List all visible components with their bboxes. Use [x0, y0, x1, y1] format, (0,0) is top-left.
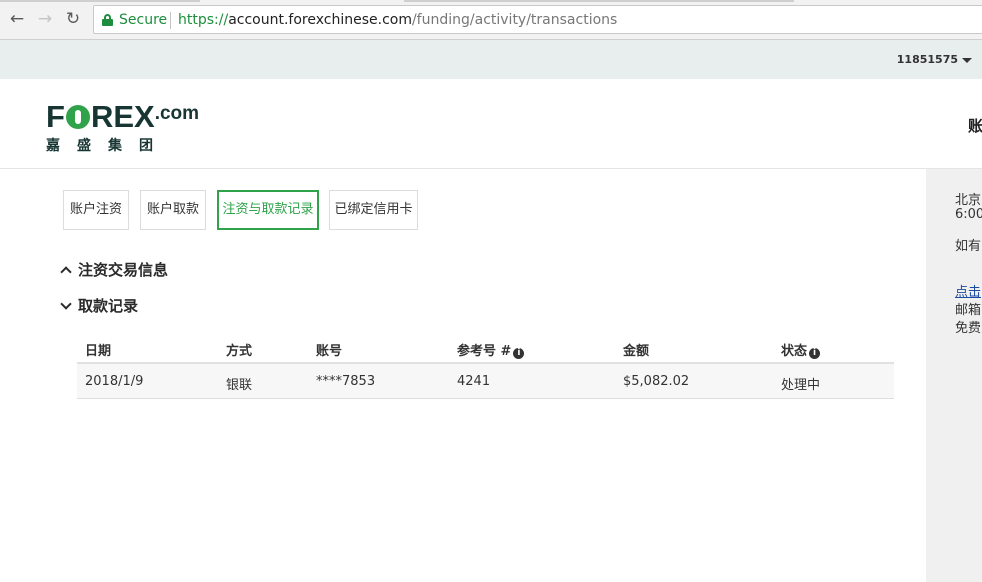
url-scheme: https://: [178, 12, 229, 28]
caret-down-icon[interactable]: [962, 58, 972, 63]
secure-label: Secure: [119, 12, 168, 28]
tab-funding-history[interactable]: 注资与取款记录: [217, 190, 319, 230]
logo-letters: REX: [90, 99, 155, 134]
tab-strip: [0, 0, 982, 2]
address-bar[interactable]: Secure https://account.forexchinese.com/…: [93, 5, 982, 34]
logo-letter-f: F: [46, 99, 65, 134]
column-header-reference: 参考号 # i: [457, 340, 525, 359]
account-id[interactable]: 11851575: [897, 53, 958, 66]
sidebar-line: 邮箱: [955, 303, 982, 318]
column-header-account: 账号: [316, 344, 343, 359]
cell-method: 银联: [226, 378, 253, 393]
cell-account: ****7853: [316, 374, 376, 389]
cell-date: 2018/1/9: [85, 374, 144, 389]
chevron-up-icon: [60, 266, 72, 278]
column-header-amount: 金额: [623, 344, 650, 359]
right-panel: 北京 6:00 如有 点击 邮箱 免费: [926, 169, 982, 582]
info-icon[interactable]: i: [809, 348, 821, 359]
chevron-down-icon: [60, 298, 72, 310]
sidebar-line: 6:00: [955, 207, 982, 222]
sidebar-line: 免费: [955, 321, 982, 336]
table-row: 2018/1/9 银联 ****7853 4241 $5,082.02 处理中: [77, 364, 894, 399]
sidebar-line: 北京: [955, 193, 982, 208]
section-title: 取款记录: [78, 297, 139, 315]
browser-toolbar: ← → ↻ Secure https://account.forexchines…: [0, 0, 982, 40]
info-icon[interactable]: i: [513, 348, 525, 359]
column-header-method: 方式: [226, 344, 253, 359]
withdrawal-records-toggle[interactable]: 取款记录: [60, 295, 139, 316]
cell-reference: 4241: [457, 374, 491, 389]
reload-icon[interactable]: ↻: [63, 9, 83, 29]
url-host: account.forexchinese.com: [228, 12, 412, 28]
sidebar-link[interactable]: 点击: [955, 281, 981, 300]
back-arrow-icon[interactable]: ←: [7, 9, 27, 29]
url-path: /funding/activity/transactions: [411, 12, 618, 28]
logo-domain: .com: [154, 103, 200, 124]
tab-deposit[interactable]: 账户注资: [63, 190, 129, 230]
withdrawal-table: 日期 方式 账号 参考号 # i 金额 状态 i 2018/1/9 银联 ****7…: [77, 331, 894, 399]
column-header-status-label: 状态: [781, 344, 808, 359]
account-strip: 11851575: [0, 40, 982, 79]
deposit-info-toggle[interactable]: 注资交易信息: [60, 259, 169, 280]
url-text[interactable]: https://account.forexchinese.com/funding…: [178, 12, 617, 28]
section-title: 注资交易信息: [78, 261, 169, 279]
column-header-status: 状态 i: [781, 340, 821, 359]
cell-amount: $5,082.02: [623, 374, 690, 389]
header-nav-item[interactable]: 账: [968, 115, 982, 136]
forex-logo[interactable]: F REX.com 嘉盛集团: [46, 98, 199, 155]
logo-o-mark-icon: [65, 105, 90, 129]
sidebar-line: 如有: [955, 239, 982, 254]
column-header-reference-label: 参考号 #: [457, 344, 512, 359]
cell-status: 处理中: [781, 378, 821, 393]
column-header-date: 日期: [85, 344, 112, 359]
table-header: 日期 方式 账号 参考号 # i 金额 状态 i: [77, 331, 894, 364]
tab-bound-cards[interactable]: 已绑定信用卡: [329, 190, 418, 230]
lock-icon: [102, 14, 113, 26]
logo-chinese: 嘉盛集团: [46, 138, 170, 154]
tab-withdraw[interactable]: 账户取款: [140, 190, 206, 230]
forward-arrow-icon[interactable]: →: [35, 9, 55, 29]
address-divider: [170, 12, 171, 29]
site-header: F REX.com 嘉盛集团 账: [0, 79, 982, 169]
